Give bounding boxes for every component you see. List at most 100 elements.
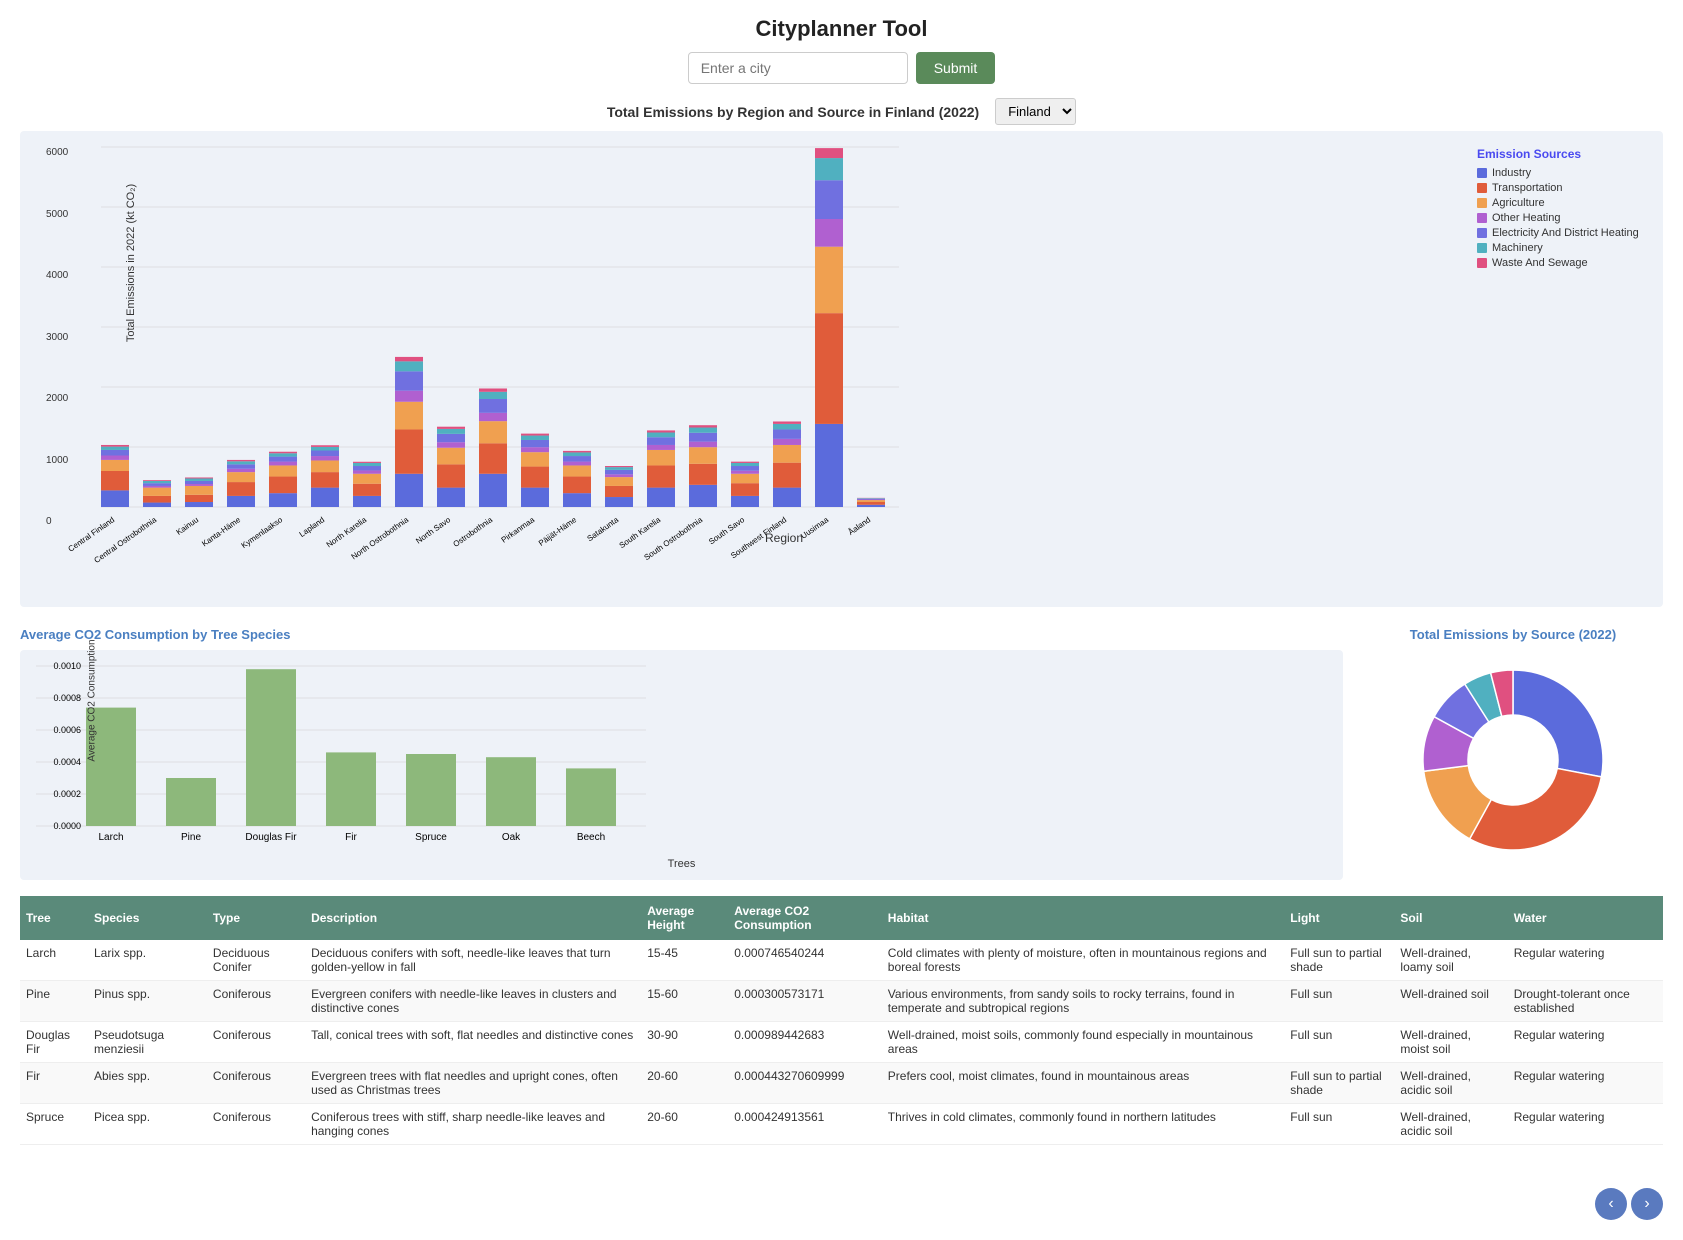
legend-transportation: Transportation: [1492, 182, 1563, 194]
y-axis-label: Total Emissions in 2022 (kt CO₂): [125, 163, 137, 363]
nav-right-button[interactable]: ›: [1631, 1188, 1663, 1220]
table-cell: 15-60: [641, 981, 728, 1022]
table-cell: Full sun to partial shade: [1284, 1063, 1394, 1104]
bar-chart-legend: Emission Sources Industry Transportation…: [1467, 147, 1647, 567]
table-cell: Coniferous: [207, 981, 305, 1022]
table-cell: Well-drained, loamy soil: [1394, 940, 1507, 981]
y-tick-1000: 1000: [46, 455, 68, 466]
tree-x-label: Trees: [36, 858, 1327, 870]
table-cell: Pseudotsuga menziesii: [88, 1022, 207, 1063]
svg-text:0.0008: 0.0008: [53, 693, 81, 703]
col-avg-height: Average Height: [641, 896, 728, 940]
table-cell: Full sun: [1284, 1104, 1394, 1145]
table-cell: 0.000443270609999: [728, 1063, 882, 1104]
svg-text:Fir: Fir: [345, 832, 357, 843]
bar-chart-area: Total Emissions in 2022 (kt CO₂) 0 1000 …: [36, 147, 1467, 567]
table-cell: Spruce: [20, 1104, 88, 1145]
page-title: Cityplanner Tool: [0, 16, 1683, 42]
legend-machinery: Machinery: [1492, 242, 1543, 254]
svg-text:Beech: Beech: [577, 832, 605, 843]
table-cell: Pine: [20, 981, 88, 1022]
table-cell: Douglas Fir: [20, 1022, 88, 1063]
table-row: SprucePicea spp.ConiferousConiferous tre…: [20, 1104, 1663, 1145]
table-cell: Coniferous trees with stiff, sharp needl…: [305, 1104, 641, 1145]
table-cell: Picea spp.: [88, 1104, 207, 1145]
svg-text:0.0000: 0.0000: [53, 821, 81, 831]
bar-chart-container: Total Emissions in 2022 (kt CO₂) 0 1000 …: [20, 131, 1663, 607]
col-soil: Soil: [1394, 896, 1507, 940]
table-cell: Tall, conical trees with soft, flat need…: [305, 1022, 641, 1063]
pie-chart-title: Total Emissions by Source (2022): [1363, 627, 1663, 642]
table-cell: 0.000300573171: [728, 981, 882, 1022]
table-cell: 0.000989442683: [728, 1022, 882, 1063]
submit-button[interactable]: Submit: [916, 52, 996, 84]
col-light: Light: [1284, 896, 1394, 940]
table-cell: Fir: [20, 1063, 88, 1104]
svg-text:Spruce: Spruce: [415, 832, 447, 843]
table-cell: Well-drained, acidic soil: [1394, 1104, 1507, 1145]
y-tick-5000: 5000: [46, 209, 68, 220]
col-tree: Tree: [20, 896, 88, 940]
svg-text:0.0010: 0.0010: [53, 661, 81, 671]
svg-text:0.0004: 0.0004: [53, 757, 81, 767]
svg-text:0.0002: 0.0002: [53, 789, 81, 799]
table-cell: 0.000424913561: [728, 1104, 882, 1145]
table-cell: Full sun: [1284, 1022, 1394, 1063]
tree-chart-section: Average CO2 Consumption by Tree Species …: [20, 627, 1343, 880]
table-row: Douglas FirPseudotsuga menziesiiConifero…: [20, 1022, 1663, 1063]
y-tick-3000: 3000: [46, 332, 68, 343]
table-cell: Prefers cool, moist climates, found in m…: [882, 1063, 1285, 1104]
table-cell: Well-drained, moist soils, commonly foun…: [882, 1022, 1285, 1063]
table-cell: Evergreen trees with flat needles and up…: [305, 1063, 641, 1104]
table-cell: Regular watering: [1508, 1104, 1663, 1145]
country-select[interactable]: Finland: [995, 98, 1076, 125]
table-cell: Regular watering: [1508, 1022, 1663, 1063]
bottom-row: Average CO2 Consumption by Tree Species …: [20, 627, 1663, 880]
col-type: Type: [207, 896, 305, 940]
table-cell: Well-drained, acidic soil: [1394, 1063, 1507, 1104]
table-cell: Drought-tolerant once established: [1508, 981, 1663, 1022]
table-cell: 20-60: [641, 1063, 728, 1104]
table-cell: Full sun: [1284, 981, 1394, 1022]
svg-text:Larch: Larch: [98, 832, 123, 843]
table-row: LarchLarix spp.Deciduous ConiferDeciduou…: [20, 940, 1663, 981]
col-description: Description: [305, 896, 641, 940]
svg-text:0.0006: 0.0006: [53, 725, 81, 735]
table-cell: Deciduous conifers with soft, needle-lik…: [305, 940, 641, 981]
col-habitat: Habitat: [882, 896, 1285, 940]
svg-text:Oak: Oak: [502, 832, 521, 843]
y-tick-2000: 2000: [46, 393, 68, 404]
legend-electricity: Electricity And District Heating: [1492, 227, 1639, 239]
table-cell: Regular watering: [1508, 1063, 1663, 1104]
table-cell: Various environments, from sandy soils t…: [882, 981, 1285, 1022]
y-tick-4000: 4000: [46, 270, 68, 281]
col-species: Species: [88, 896, 207, 940]
table-cell: Coniferous: [207, 1022, 305, 1063]
table-cell: Pinus spp.: [88, 981, 207, 1022]
nav-left-button[interactable]: ‹: [1595, 1188, 1627, 1220]
col-avg-co2: Average CO2 Consumption: [728, 896, 882, 940]
legend-industry: Industry: [1492, 167, 1531, 179]
table-cell: 20-60: [641, 1104, 728, 1145]
table-cell: Coniferous: [207, 1063, 305, 1104]
y-tick-0: 0: [46, 516, 68, 527]
table-cell: Coniferous: [207, 1104, 305, 1145]
tree-chart-title: Average CO2 Consumption by Tree Species: [20, 627, 1343, 642]
pie-chart-section: Total Emissions by Source (2022): [1363, 627, 1663, 873]
table-cell: 0.000746540244: [728, 940, 882, 981]
city-search-input[interactable]: [688, 52, 908, 84]
table-cell: Abies spp.: [88, 1063, 207, 1104]
legend-title: Emission Sources: [1477, 147, 1647, 161]
nav-arrows: ‹ ›: [1595, 1188, 1663, 1220]
table-cell: 15-45: [641, 940, 728, 981]
legend-agriculture: Agriculture: [1492, 197, 1545, 209]
table-cell: Evergreen conifers with needle-like leav…: [305, 981, 641, 1022]
y-tick-6000: 6000: [46, 147, 68, 158]
table-cell: Thrives in cold climates, commonly found…: [882, 1104, 1285, 1145]
svg-text:Douglas Fir: Douglas Fir: [245, 832, 297, 843]
table-cell: Full sun to partial shade: [1284, 940, 1394, 981]
bar-chart-title: Total Emissions by Region and Source in …: [607, 104, 979, 120]
table-cell: Well-drained soil: [1394, 981, 1507, 1022]
tree-data-table: Tree Species Type Description Average He…: [20, 896, 1663, 1145]
table-cell: 30-90: [641, 1022, 728, 1063]
